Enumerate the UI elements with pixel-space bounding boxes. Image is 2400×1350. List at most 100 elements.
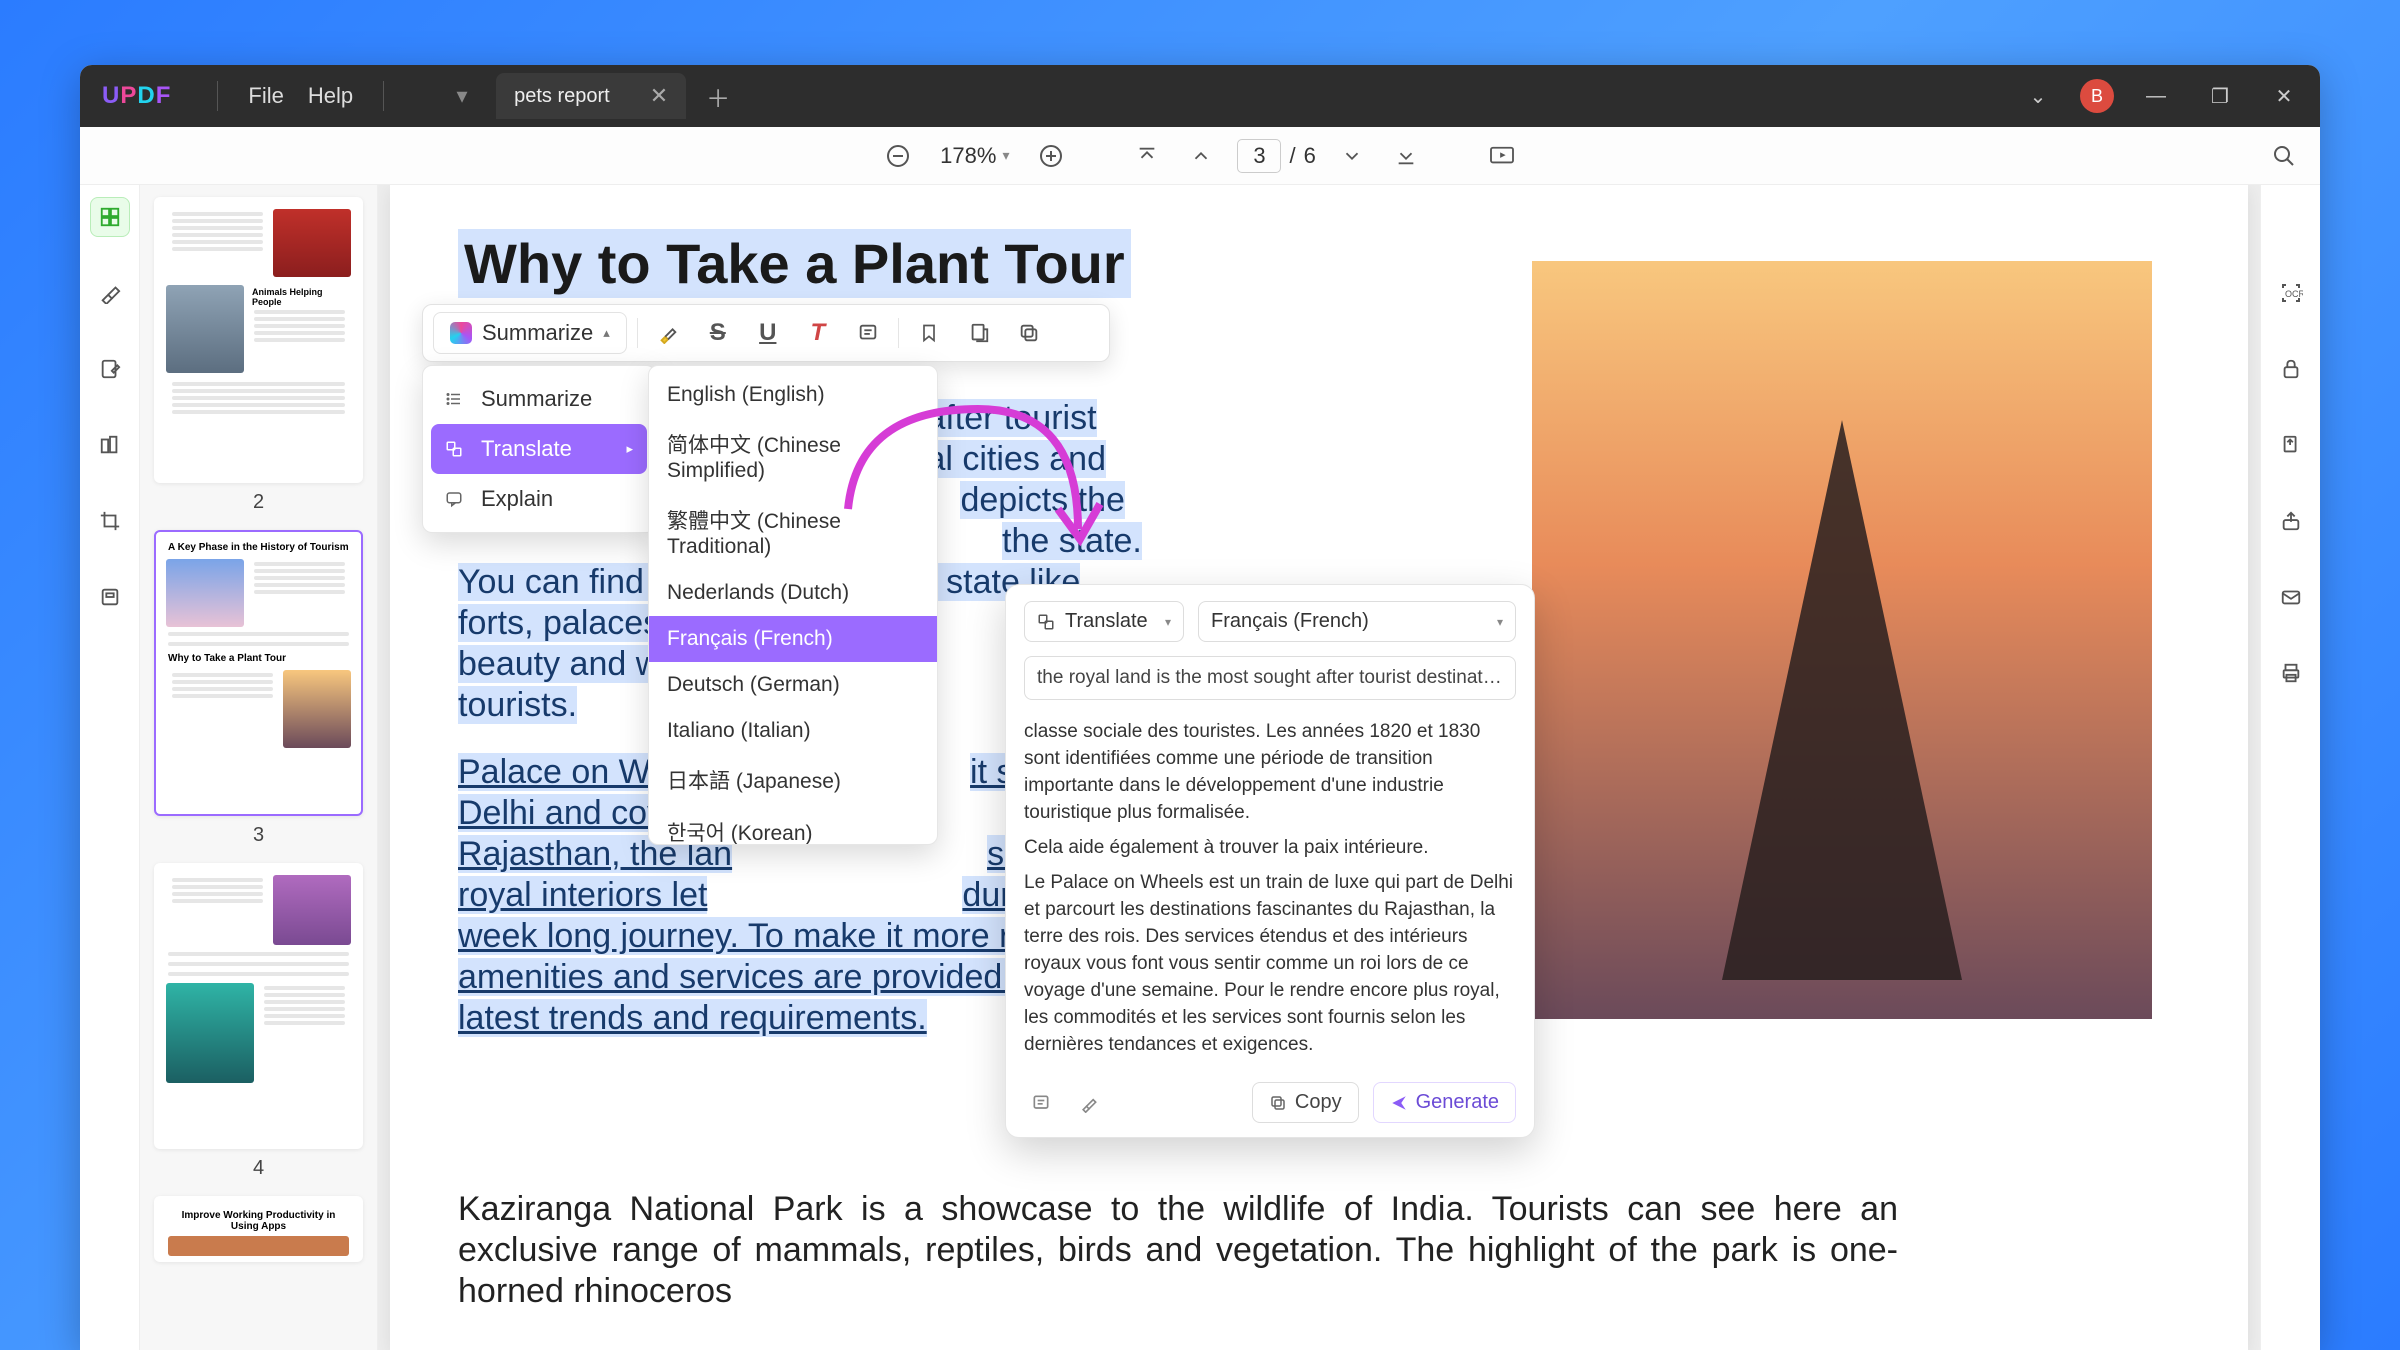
page-image-eiffel bbox=[1532, 261, 2152, 1019]
translate-output: classe sociale des touristes. Les années… bbox=[1024, 718, 1516, 1066]
email-tool[interactable] bbox=[2271, 577, 2311, 617]
lang-item-traditional-chinese[interactable]: 繁體中文 (Chinese Traditional) bbox=[649, 494, 937, 570]
insert-note-icon[interactable] bbox=[1024, 1086, 1058, 1120]
edit-tool[interactable] bbox=[90, 349, 130, 389]
crop-tool[interactable] bbox=[90, 501, 130, 541]
close-icon[interactable]: ✕ bbox=[650, 83, 668, 109]
translate-icon bbox=[1037, 613, 1055, 631]
protect-tool[interactable] bbox=[2271, 349, 2311, 389]
tab-strip: ▾ pets report ✕ ＋ bbox=[432, 73, 730, 119]
next-page-button[interactable] bbox=[1334, 138, 1370, 174]
zoom-in-button[interactable] bbox=[1033, 138, 1069, 174]
insert-highlight-icon[interactable] bbox=[1072, 1086, 1106, 1120]
thumb-label-4: 4 bbox=[154, 1157, 363, 1180]
thumbnails-panel: Animals Helping People 2 A Key Phase in … bbox=[140, 185, 378, 1350]
text-style-icon[interactable]: T bbox=[798, 313, 838, 353]
app-logo: UPDF bbox=[102, 82, 171, 110]
ai-summarize-item[interactable]: Summarize bbox=[431, 374, 647, 424]
tab-home[interactable]: ▾ bbox=[432, 77, 492, 115]
lang-item-korean[interactable]: 한국어 (Korean) bbox=[649, 806, 937, 845]
strikethrough-icon[interactable]: S bbox=[698, 313, 738, 353]
lang-item-dutch[interactable]: Nederlands (Dutch) bbox=[649, 570, 937, 616]
zoom-level[interactable]: 178% ▾ bbox=[934, 143, 1015, 169]
share-tool[interactable] bbox=[2271, 501, 2311, 541]
top-toolbar: 178% ▾ 3 / 6 bbox=[80, 127, 2320, 185]
left-rail bbox=[80, 185, 140, 1350]
copy-icon bbox=[1269, 1094, 1287, 1112]
text-block-3: Kaziranga National Park is a showcase to… bbox=[458, 1189, 1898, 1312]
prev-page-button[interactable] bbox=[1183, 138, 1219, 174]
export-tool[interactable] bbox=[2271, 425, 2311, 465]
thumbnail-page-4[interactable] bbox=[154, 863, 363, 1149]
lang-item-simplified-chinese[interactable]: 简体中文 (Chinese Simplified) bbox=[649, 418, 937, 494]
user-avatar[interactable]: B bbox=[2080, 79, 2114, 113]
separator bbox=[383, 81, 384, 111]
thumbnail-page-5[interactable]: Improve Working Productivity in Using Ap… bbox=[154, 1196, 363, 1262]
form-tool[interactable] bbox=[90, 577, 130, 617]
tab-title: pets report bbox=[514, 85, 610, 108]
note-icon[interactable] bbox=[848, 313, 888, 353]
close-button[interactable]: ✕ bbox=[2262, 74, 2306, 118]
organize-tool[interactable] bbox=[90, 425, 130, 465]
app-body: Animals Helping People 2 A Key Phase in … bbox=[80, 185, 2320, 1350]
chevron-down-icon[interactable]: ⌄ bbox=[2016, 74, 2060, 118]
copy-icon[interactable] bbox=[1009, 313, 1049, 353]
search-button[interactable] bbox=[2266, 138, 2302, 174]
translate-panel: Translate ▾ Français (French) ▾ the roya… bbox=[1005, 584, 1535, 1138]
generate-button[interactable]: Generate bbox=[1373, 1082, 1516, 1123]
lang-item-japanese[interactable]: 日本語 (Japanese) bbox=[649, 754, 937, 806]
last-page-button[interactable] bbox=[1388, 138, 1424, 174]
translate-mode-select[interactable]: Translate ▾ bbox=[1024, 601, 1184, 642]
lang-item-german[interactable]: Deutsch (German) bbox=[649, 662, 937, 708]
zoom-out-button[interactable] bbox=[880, 138, 916, 174]
ocr-tool[interactable]: OCR bbox=[2271, 273, 2311, 313]
selection-toolbar: Summarize ▴ S U T bbox=[422, 304, 1110, 362]
summarize-dropdown[interactable]: Summarize ▴ bbox=[433, 312, 627, 354]
app-window: UPDF File Help ▾ pets report ✕ ＋ ⌄ B — ❐… bbox=[80, 65, 2320, 1350]
ai-action-menu: Summarize Translate ▸ Explain bbox=[422, 365, 656, 533]
extract-icon[interactable] bbox=[959, 313, 999, 353]
highlight-color-icon[interactable] bbox=[648, 313, 688, 353]
right-rail: OCR bbox=[2260, 185, 2320, 1350]
chevron-right-icon: ▸ bbox=[626, 441, 633, 457]
page-indicator: 3 / 6 bbox=[1237, 139, 1315, 173]
underline-icon[interactable]: U bbox=[748, 313, 788, 353]
menu-help[interactable]: Help bbox=[296, 83, 365, 109]
lang-item-italian[interactable]: Italiano (Italian) bbox=[649, 708, 937, 754]
tab-add-button[interactable]: ＋ bbox=[706, 79, 730, 114]
translate-target-select[interactable]: Français (French) ▾ bbox=[1198, 601, 1516, 642]
minimize-button[interactable]: — bbox=[2134, 74, 2178, 118]
bookmark-icon[interactable] bbox=[909, 313, 949, 353]
chevron-down-icon: ▾ bbox=[1497, 615, 1503, 629]
thumb-label-2: 2 bbox=[154, 491, 363, 514]
copy-button[interactable]: Copy bbox=[1252, 1082, 1359, 1123]
title-bar: UPDF File Help ▾ pets report ✕ ＋ ⌄ B — ❐… bbox=[80, 65, 2320, 127]
lang-item-french[interactable]: Français (French) bbox=[649, 616, 937, 662]
chevron-up-icon: ▴ bbox=[603, 325, 610, 341]
print-tool[interactable] bbox=[2271, 653, 2311, 693]
tab-active[interactable]: pets report ✕ bbox=[496, 73, 686, 119]
separator bbox=[217, 81, 218, 111]
main-view: Why to Take a Plant Tour xxxxxxxxxxxxxxx… bbox=[378, 185, 2260, 1350]
highlight-tool[interactable] bbox=[90, 273, 130, 313]
maximize-button[interactable]: ❐ bbox=[2198, 74, 2242, 118]
translate-source-text[interactable]: the royal land is the most sought after … bbox=[1024, 656, 1516, 700]
pdf-page[interactable]: Why to Take a Plant Tour xxxxxxxxxxxxxxx… bbox=[390, 185, 2248, 1350]
chat-icon bbox=[445, 490, 467, 508]
thumbnail-page-2[interactable]: Animals Helping People bbox=[154, 197, 363, 483]
page-total: 6 bbox=[1304, 143, 1316, 169]
first-page-button[interactable] bbox=[1129, 138, 1165, 174]
ai-translate-item[interactable]: Translate ▸ bbox=[431, 424, 647, 474]
svg-text:OCR: OCR bbox=[2285, 289, 2303, 299]
lang-item-english[interactable]: English (English) bbox=[649, 372, 937, 418]
chevron-down-icon: ▾ bbox=[1002, 147, 1009, 164]
menu-file[interactable]: File bbox=[236, 83, 295, 109]
presentation-button[interactable] bbox=[1484, 138, 1520, 174]
chevron-down-icon: ▾ bbox=[1165, 615, 1171, 629]
ai-explain-item[interactable]: Explain bbox=[431, 474, 647, 524]
send-icon bbox=[1390, 1094, 1408, 1112]
page-current-input[interactable]: 3 bbox=[1237, 139, 1281, 173]
page-heading: Why to Take a Plant Tour bbox=[458, 229, 1131, 298]
thumbnails-tool[interactable] bbox=[90, 197, 130, 237]
thumbnail-page-3[interactable]: A Key Phase in the History of Tourism Wh… bbox=[154, 530, 363, 816]
